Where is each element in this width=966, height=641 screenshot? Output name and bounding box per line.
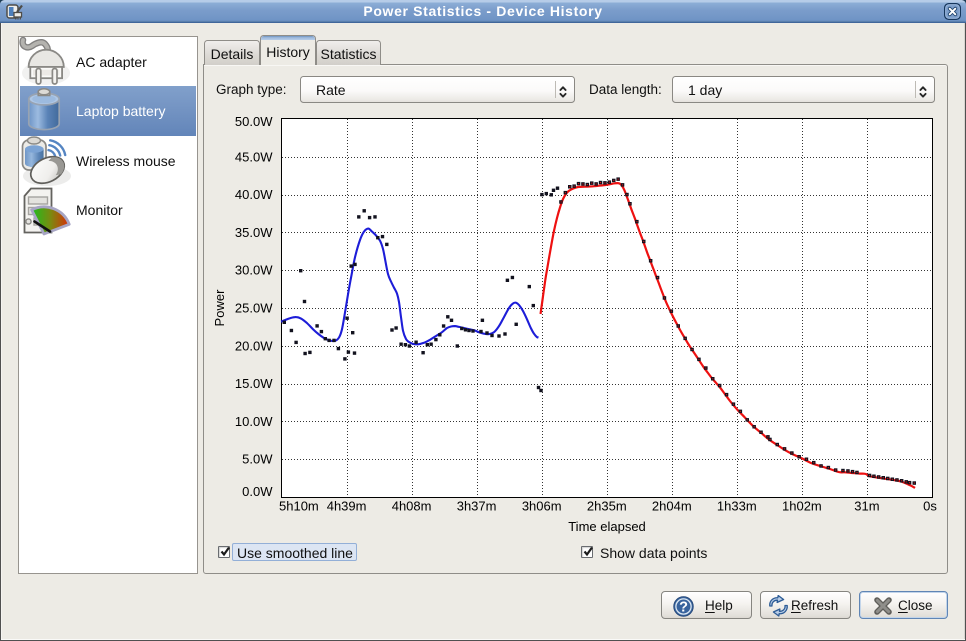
svg-text:2h35m: 2h35m bbox=[587, 499, 627, 514]
svg-text:4h08m: 4h08m bbox=[392, 499, 432, 514]
svg-text:0.0W: 0.0W bbox=[242, 484, 273, 499]
svg-text:?: ? bbox=[679, 600, 688, 616]
svg-text:15.0W: 15.0W bbox=[235, 376, 273, 391]
svg-text:45.0W: 45.0W bbox=[235, 149, 273, 164]
svg-text:20.0W: 20.0W bbox=[235, 338, 273, 353]
svg-text:Power: Power bbox=[212, 289, 227, 327]
svg-text:2h04m: 2h04m bbox=[652, 499, 692, 514]
svg-text:10.0W: 10.0W bbox=[235, 414, 273, 429]
svg-text:40.0W: 40.0W bbox=[235, 187, 273, 202]
svg-text:Time elapsed: Time elapsed bbox=[568, 519, 646, 534]
svg-text:50.0W: 50.0W bbox=[235, 114, 273, 129]
svg-text:30.0W: 30.0W bbox=[235, 263, 273, 278]
svg-text:4h39m: 4h39m bbox=[327, 499, 367, 514]
svg-text:25.0W: 25.0W bbox=[235, 301, 273, 316]
svg-text:1h02m: 1h02m bbox=[782, 499, 822, 514]
svg-text:3h06m: 3h06m bbox=[522, 499, 562, 514]
svg-text:1h33m: 1h33m bbox=[717, 499, 757, 514]
svg-text:5h10m: 5h10m bbox=[279, 499, 319, 514]
svg-text:5.0W: 5.0W bbox=[242, 452, 273, 467]
svg-text:35.0W: 35.0W bbox=[235, 225, 273, 240]
svg-text:31m: 31m bbox=[854, 499, 879, 514]
svg-text:0s: 0s bbox=[923, 499, 937, 514]
svg-text:3h37m: 3h37m bbox=[457, 499, 497, 514]
